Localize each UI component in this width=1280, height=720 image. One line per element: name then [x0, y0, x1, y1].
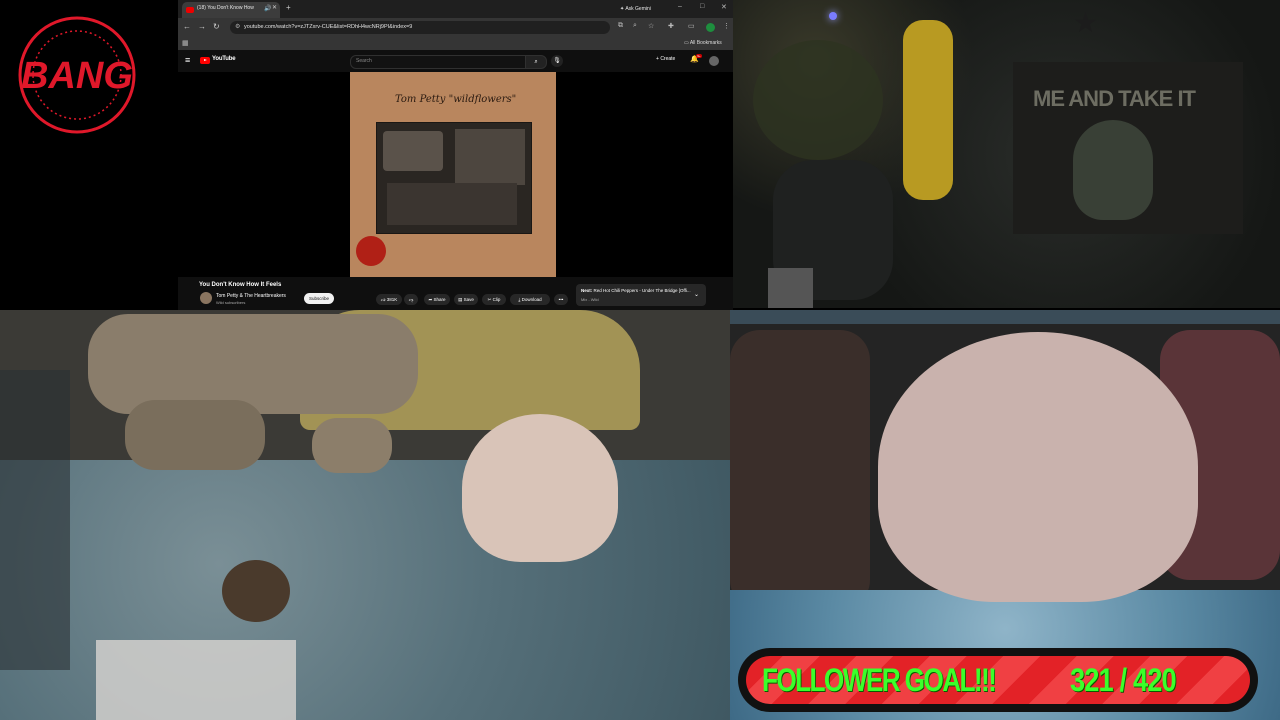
like-button[interactable]: 👍︎ 381K — [376, 294, 402, 305]
aquarium-cam-1 — [0, 310, 730, 720]
youtube-avatar[interactable] — [709, 56, 719, 66]
follower-goal-bar: FOLLOWER GOAL!!! 321 / 420 — [746, 656, 1250, 704]
url-text: youtube.com/watch?v=zJTZxrv-CUE&list=RDh… — [244, 24, 413, 30]
new-tab-button[interactable]: + — [286, 3, 291, 12]
next-title: Red Hot Chili Peppers - Under The Bridge… — [593, 288, 691, 293]
ask-gemini-button[interactable]: ✦ Ask Gemini — [620, 3, 670, 15]
rock — [88, 314, 418, 414]
next-label: Next: — [581, 288, 593, 293]
share-button[interactable]: ➦ Share — [424, 294, 450, 305]
profile-avatar[interactable] — [706, 23, 715, 32]
channel-name[interactable]: Tom Petty & The Heartbreakers — [216, 293, 286, 299]
tank-glass — [0, 370, 70, 670]
webcam-figure — [903, 20, 953, 200]
rock — [125, 400, 265, 470]
water-surface — [730, 310, 1280, 324]
thumbs-down-icon: 👎︎ — [408, 297, 414, 302]
sidebar-icon[interactable]: ▭ — [688, 22, 695, 30]
install-icon[interactable]: ⧉ — [618, 22, 623, 30]
extensions-icon[interactable]: ✚ — [668, 22, 674, 30]
ask-gemini-label: Ask Gemini — [625, 6, 651, 12]
webcam-flag-text: ME AND TAKE IT — [1033, 86, 1196, 111]
save-label: Save — [463, 297, 474, 302]
chevron-down-icon[interactable]: ⌄ — [694, 291, 699, 298]
microphone-icon[interactable]: 🎙 — [551, 55, 563, 67]
url-field[interactable]: ⚙ youtube.com/watch?v=zJTZxrv-CUE&list=R… — [230, 21, 610, 34]
clip-button[interactable]: ✂ Clip — [482, 294, 506, 305]
more-actions-button[interactable]: ••• — [554, 294, 568, 305]
search-icon[interactable]: ⌕ — [525, 55, 547, 69]
subscribe-button[interactable]: Subscribe — [304, 293, 334, 304]
create-label: Create — [660, 56, 676, 62]
tab-title: (18) You Don't Know How It Feels — [197, 5, 255, 11]
youtube-header: ≡ YouTube Search ⌕ 🎙 + Create 🔔 9+ — [178, 50, 733, 72]
bookmarks-bar: ▦ ▭ All Bookmarks — [178, 37, 733, 51]
youtube-logo-icon[interactable] — [200, 57, 210, 64]
video-title: You Don't Know How It Feels — [199, 282, 282, 288]
channel-avatar[interactable] — [200, 292, 212, 304]
clip-label: Clip — [492, 297, 501, 302]
seashell — [878, 332, 1198, 602]
close-window-button[interactable]: ✕ — [721, 3, 727, 11]
hamburger-menu-icon[interactable]: ≡ — [185, 55, 190, 65]
download-button[interactable]: ⤓ Download — [510, 294, 550, 305]
bang-logo: BANG — [18, 16, 136, 134]
webcam-skull — [1073, 120, 1153, 220]
zoom-icon[interactable]: ⌕ — [633, 22, 637, 30]
webcam-microphone — [768, 268, 813, 308]
address-bar-row: ← → ↻ ⚙ youtube.com/watch?v=zJTZxrv-CUE&… — [178, 18, 733, 37]
download-label: Download — [521, 297, 542, 302]
seashell — [462, 414, 618, 562]
apps-grid-icon[interactable]: ▦ — [182, 39, 189, 47]
tab-youtube[interactable]: (18) You Don't Know How It Feels 🔊 ✕ — [182, 2, 280, 18]
share-label: Share — [433, 297, 446, 302]
light-dot — [829, 12, 837, 20]
maximize-button[interactable]: □ — [700, 3, 704, 10]
site-info-icon[interactable]: ⚙ — [235, 23, 240, 30]
reload-button[interactable]: ↻ — [213, 22, 220, 31]
album-cover: Tom Petty "wildflowers" — [350, 72, 556, 277]
follower-goal-count: 321 / 420 — [1070, 662, 1177, 698]
album-photo — [376, 122, 532, 234]
create-button[interactable]: + Create — [656, 56, 675, 62]
notification-badge: 9+ — [696, 54, 702, 58]
turtle — [222, 560, 290, 622]
all-bookmarks-label: All Bookmarks — [689, 40, 722, 46]
album-seal-icon — [356, 236, 386, 266]
youtube-favicon-icon — [186, 7, 194, 13]
forward-button[interactable]: → — [198, 22, 206, 31]
webcam-feed: ME AND TAKE IT ★ — [733, 0, 1280, 308]
rock — [312, 418, 392, 473]
webcam-plant — [753, 40, 883, 160]
rock — [730, 330, 870, 610]
follower-goal-widget: FOLLOWER GOAL!!! 321 / 420 — [738, 648, 1258, 712]
album-title: Tom Petty "wildflowers" — [395, 94, 517, 105]
browser-window: (18) You Don't Know How It Feels 🔊 ✕ + ✦… — [178, 0, 733, 312]
glare — [96, 640, 296, 720]
star-icon: ★ — [1073, 7, 1099, 38]
search-input[interactable]: Search — [350, 55, 527, 69]
tab-bar: (18) You Don't Know How It Feels 🔊 ✕ + ✦… — [178, 0, 733, 18]
dislike-button[interactable]: 👎︎ — [404, 294, 418, 305]
follower-goal-label: FOLLOWER GOAL!!! — [762, 662, 997, 698]
menu-kebab-icon[interactable]: ⋮ — [723, 22, 730, 30]
speaker-icon[interactable]: 🔊 — [264, 5, 271, 12]
video-player[interactable]: Tom Petty "wildflowers" — [178, 72, 733, 277]
back-button[interactable]: ← — [183, 22, 191, 31]
video-info: You Don't Know How It Feels Tom Petty & … — [178, 277, 733, 312]
all-bookmarks-link[interactable]: ▭ All Bookmarks — [684, 40, 722, 46]
like-count: 381K — [386, 297, 398, 302]
search-placeholder: Search — [356, 58, 372, 64]
save-button[interactable]: ▤ Save — [454, 294, 478, 305]
minimize-button[interactable]: – — [678, 3, 682, 10]
youtube-logo-text[interactable]: YouTube — [212, 56, 236, 62]
bookmark-star-icon[interactable]: ☆ — [648, 22, 654, 30]
next-video-title: Next: Red Hot Chili Peppers - Under The … — [581, 288, 691, 293]
next-video-sub: Mix - Wild — [581, 297, 599, 302]
next-video-card[interactable]: Next: Red Hot Chili Peppers - Under The … — [576, 284, 706, 306]
subscriber-count: Wild subscribers — [216, 300, 246, 305]
logo-text: BANG — [21, 55, 133, 97]
close-tab-icon[interactable]: ✕ — [272, 4, 277, 11]
